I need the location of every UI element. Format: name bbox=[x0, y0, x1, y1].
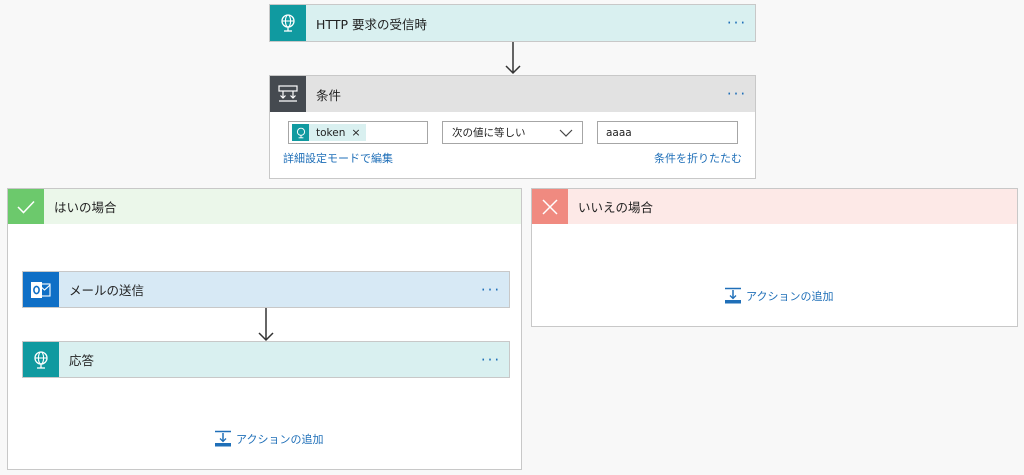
send-mail-card[interactable]: メールの送信 ··· bbox=[22, 271, 510, 308]
response-more-button[interactable]: ··· bbox=[473, 342, 509, 378]
add-action-icon bbox=[215, 430, 231, 447]
yes-add-action-label: アクションの追加 bbox=[236, 433, 324, 446]
close-icon bbox=[532, 189, 568, 224]
condition-value: aaaa bbox=[606, 126, 632, 139]
condition-icon bbox=[270, 76, 306, 112]
trigger-more-button[interactable]: ··· bbox=[719, 5, 755, 41]
outlook-icon bbox=[23, 272, 59, 307]
send-mail-more-button[interactable]: ··· bbox=[473, 272, 509, 308]
yes-branch-title: はいの場合 bbox=[54, 200, 117, 215]
response-card[interactable]: 応答 ··· bbox=[22, 341, 510, 378]
send-mail-title: メールの送信 bbox=[69, 283, 145, 298]
add-action-icon bbox=[725, 287, 741, 304]
no-branch-card: いいえの場合 アクションの追加 bbox=[531, 188, 1018, 327]
advanced-mode-link[interactable]: 詳細設定モードで編集 bbox=[283, 150, 393, 166]
condition-more-button[interactable]: ··· bbox=[719, 76, 755, 112]
arrow-down-icon bbox=[258, 308, 274, 342]
response-title: 応答 bbox=[69, 353, 95, 368]
yes-branch-card: はいの場合 メールの送信 ··· 応答 ··· アクションの追加 bbox=[7, 188, 522, 470]
condition-title: 条件 bbox=[316, 87, 342, 103]
condition-header[interactable]: 条件 ··· bbox=[270, 76, 755, 112]
condition-left-input[interactable]: token × bbox=[288, 121, 428, 144]
globe-icon bbox=[292, 124, 309, 141]
yes-branch-header[interactable]: はいの場合 bbox=[8, 189, 521, 224]
trigger-header[interactable]: HTTP 要求の受信時 ··· bbox=[270, 5, 755, 41]
token-remove-button[interactable]: × bbox=[351, 126, 360, 139]
no-add-action-button[interactable]: アクションの追加 bbox=[724, 287, 833, 305]
operator-dropdown[interactable]: 次の値に等しい bbox=[442, 121, 583, 144]
trigger-title: HTTP 要求の受信時 bbox=[316, 16, 427, 32]
trigger-card[interactable]: HTTP 要求の受信時 ··· bbox=[269, 4, 756, 42]
token-label: token bbox=[316, 126, 346, 139]
response-header[interactable]: 応答 ··· bbox=[23, 342, 509, 377]
condition-card[interactable]: 条件 ··· token × 次の値に等しい aaaa 詳細設定モードで編集 条… bbox=[269, 75, 756, 179]
no-add-action-label: アクションの追加 bbox=[746, 290, 834, 303]
checkmark-icon bbox=[8, 189, 44, 224]
operator-value: 次の値に等しい bbox=[452, 127, 526, 139]
no-branch-header[interactable]: いいえの場合 bbox=[532, 189, 1017, 224]
yes-add-action-button[interactable]: アクションの追加 bbox=[214, 430, 323, 448]
no-branch-title: いいえの場合 bbox=[578, 200, 654, 215]
globe-icon bbox=[270, 5, 306, 41]
token-chip[interactable]: token × bbox=[292, 124, 366, 141]
globe-icon bbox=[23, 342, 59, 377]
send-mail-header[interactable]: メールの送信 ··· bbox=[23, 272, 509, 307]
condition-value-input[interactable]: aaaa bbox=[597, 121, 738, 144]
collapse-condition-link[interactable]: 条件を折りたたむ bbox=[654, 150, 742, 166]
chevron-down-icon bbox=[559, 129, 573, 137]
arrow-down-icon bbox=[505, 42, 521, 75]
